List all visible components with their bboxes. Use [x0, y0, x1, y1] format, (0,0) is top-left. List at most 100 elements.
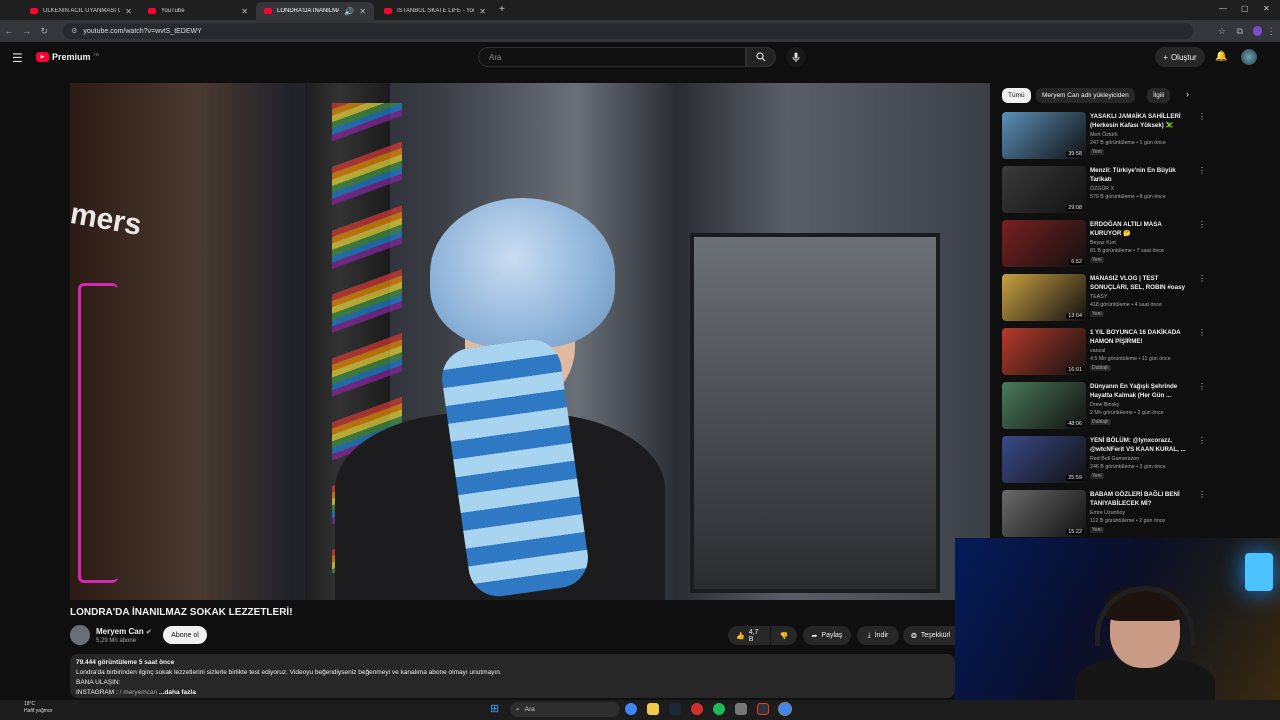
file-explorer-icon[interactable]	[647, 703, 659, 715]
recording-app-icon[interactable]	[757, 703, 769, 715]
video-player[interactable]: mers	[70, 83, 990, 600]
video-thumbnail[interactable]: 13:04	[1002, 274, 1086, 321]
more-actions-icon[interactable]: ⋮	[1198, 220, 1206, 229]
subscribe-button[interactable]: Abone ol	[163, 626, 207, 644]
spotify-icon[interactable]	[713, 703, 725, 715]
search-button[interactable]	[746, 47, 776, 67]
weather-widget[interactable]: 18°C Hafif yağmur	[6, 701, 52, 715]
video-thumbnail[interactable]: 39:58	[1002, 112, 1086, 159]
recommendation-channel[interactable]: vanzal	[1090, 348, 1105, 354]
download-button[interactable]: ⤓ İndir	[857, 626, 899, 645]
more-actions-icon[interactable]: ⋮	[1198, 490, 1206, 499]
recommendation-title[interactable]: Dünyanın En Yağışlı Şehrinde Hayatta Kal…	[1090, 382, 1194, 400]
channel-avatar[interactable]	[70, 625, 90, 645]
recommendation-item[interactable]: 29:08 Menzil: Türkiye'nin En Büyük Tarika…	[1002, 166, 1206, 214]
share-button[interactable]: ➦ Paylaş	[803, 626, 851, 645]
video-thumbnail[interactable]: 15:22	[1002, 490, 1086, 537]
recommendation-item[interactable]: 48:06 Dünyanın En Yağışlı Şehrinde Hayatt…	[1002, 382, 1206, 430]
search-input[interactable]: Ara	[478, 47, 746, 67]
more-actions-icon[interactable]: ⋮	[1198, 436, 1206, 445]
chip-from-uploader[interactable]: Meryem Can adlı yükleyiciden	[1036, 88, 1135, 103]
url-field[interactable]: ⚙ youtube.com/watch?v=wvtS_tEDEWY	[63, 23, 1194, 39]
chip-all[interactable]: Tümü	[1002, 88, 1031, 103]
chip-related[interactable]: İlgili	[1147, 88, 1171, 103]
video-thumbnail[interactable]: 16:01	[1002, 328, 1086, 375]
minimize-button[interactable]: —	[1219, 4, 1227, 13]
video-thumbnail[interactable]: 25:59	[1002, 436, 1086, 483]
site-info-icon[interactable]: ⚙	[71, 27, 77, 35]
new-tab-button[interactable]: +	[499, 4, 505, 15]
profile-avatar[interactable]	[1252, 26, 1263, 36]
more-actions-icon[interactable]: ⋮	[1198, 328, 1206, 337]
more-actions-icon[interactable]: ⋮	[1198, 112, 1206, 121]
recommendation-item[interactable]: 25:59 YENİ BÖLÜM: @lynxcorazz, @wtcNFerit…	[1002, 436, 1206, 484]
chip-next-chevron-icon[interactable]: ›	[1186, 89, 1189, 99]
speaker-icon[interactable]: 🔊	[344, 7, 354, 16]
recommendation-title[interactable]: MANASIZ VLOG | TEST SONUÇLARI, SEL, ROBI…	[1090, 274, 1194, 292]
tab-londra[interactable]: LONDRA'DA İNANILMAZ S 🔊 ✕	[256, 2, 374, 20]
tab-ulkenin[interactable]: ÜLKENİN ACİL UYANMASI GERE ✕	[22, 2, 140, 20]
browser-menu-icon[interactable]: ⋮	[1262, 26, 1280, 37]
show-more-link[interactable]: ...daha fazla	[159, 689, 196, 696]
more-actions-icon[interactable]: ⋮	[1198, 274, 1206, 283]
recommendation-channel[interactable]: Beyaz Kurt	[1090, 240, 1116, 246]
recommendation-channel[interactable]: TEASY	[1090, 294, 1107, 300]
maximize-button[interactable]: ▢	[1241, 4, 1249, 13]
recommendation-item[interactable]: 16:01 1 YIL BOYUNCA 16 DAKİKADA HAMON PİŞ…	[1002, 328, 1206, 376]
video-thumbnail[interactable]: 6:52	[1002, 220, 1086, 267]
reload-button[interactable]: ↻	[35, 26, 53, 37]
recommendation-meta: 112 B görüntüleme • 2 gün önce	[1090, 518, 1166, 524]
recommendation-title[interactable]: 1 YIL BOYUNCA 16 DAKİKADA HAMON PİŞİRME!	[1090, 328, 1194, 346]
recommendation-title[interactable]: Menzil: Türkiye'nin En Büyük Tarikatı	[1090, 166, 1194, 184]
recommendation-title[interactable]: YASAKLI JAMAİKA SAHİLLERİ (Herkesin Kafa…	[1090, 112, 1194, 130]
recommendation-item[interactable]: 39:58 YASAKLI JAMAİKA SAHİLLERİ (Herkesin…	[1002, 112, 1206, 160]
recommendation-channel[interactable]: Mert Öztürk	[1090, 132, 1118, 138]
account-avatar[interactable]	[1241, 49, 1257, 65]
recommendation-title[interactable]: BABAM GÖZLERİ BAĞLI BENİ TANIYABİLECEK M…	[1090, 490, 1194, 508]
like-button[interactable]: 👍 4,7 B	[728, 626, 770, 645]
recommendation-channel[interactable]: ÖZGÜR X	[1090, 186, 1114, 192]
thanks-button[interactable]: ❂ Teşekkürl	[903, 626, 955, 645]
recommendation-item[interactable]: 13:04 MANASIZ VLOG | TEST SONUÇLARI, SEL,…	[1002, 274, 1206, 322]
duration-badge: 6:52	[1069, 259, 1084, 265]
voice-search-button[interactable]	[786, 47, 806, 67]
recommendation-channel[interactable]: Drew Binsky	[1090, 402, 1119, 408]
recommendation-channel[interactable]: Red Bull Gamerazon	[1090, 456, 1139, 462]
recommendation-title[interactable]: YENİ BÖLÜM: @lynxcorazz, @wtcNFerit VS K…	[1090, 436, 1194, 454]
windows-start-icon[interactable]: ⊞	[490, 702, 499, 715]
tab-istanbul-skate[interactable]: İSTANBUL SKATE LIFE - YouTube ✕	[376, 2, 494, 20]
video-description[interactable]: 79.444 görüntüleme 5 saat önce Londra'da…	[70, 654, 955, 698]
more-actions-icon[interactable]: ⋮	[1198, 166, 1206, 175]
close-tab-icon[interactable]: ✕	[241, 7, 248, 16]
youtube-premium-logo[interactable]: ▶ Premium TR	[36, 52, 99, 62]
instagram-handle-link[interactable]: / meryemcan	[120, 689, 158, 696]
hamburger-menu-icon[interactable]: ☰	[12, 51, 23, 65]
recommendation-title[interactable]: ERDOĞAN ALTILI MASA KURUYOR 🤔	[1090, 220, 1194, 238]
create-button[interactable]: + Oluştur	[1155, 47, 1205, 67]
recommendation-item[interactable]: 6:52 ERDOĞAN ALTILI MASA KURUYOR 🤔 Beyaz K…	[1002, 220, 1206, 268]
video-thumbnail[interactable]: 48:06	[1002, 382, 1086, 429]
notifications-bell-icon[interactable]: 🔔	[1215, 51, 1227, 62]
more-actions-icon[interactable]: ⋮	[1198, 382, 1206, 391]
chrome-active-icon[interactable]	[778, 702, 792, 716]
forward-button[interactable]: →	[18, 26, 36, 36]
taskbar-search[interactable]: ⌕ Ara	[510, 702, 620, 717]
settings-icon[interactable]	[735, 703, 747, 715]
opera-icon[interactable]	[691, 703, 703, 715]
close-tab-icon[interactable]: ✕	[359, 7, 366, 16]
tab-youtube[interactable]: YouTube ✕	[140, 2, 256, 20]
recommendation-channel[interactable]: Emre Uzunboy	[1090, 510, 1125, 516]
bookmark-star-icon[interactable]: ☆	[1213, 26, 1231, 37]
extensions-icon[interactable]: ⧉	[1231, 26, 1249, 37]
steam-icon[interactable]	[669, 703, 681, 715]
dislike-button[interactable]: 👎	[771, 626, 797, 645]
recommendation-item[interactable]: 15:22 BABAM GÖZLERİ BAĞLI BENİ TANIYABİLE…	[1002, 490, 1206, 538]
chrome-icon[interactable]	[625, 703, 637, 715]
close-tab-icon[interactable]: ✕	[479, 7, 486, 16]
back-button[interactable]: ←	[0, 26, 18, 36]
close-tab-icon[interactable]: ✕	[125, 7, 132, 16]
plus-icon: +	[1163, 52, 1168, 62]
video-thumbnail[interactable]: 29:08	[1002, 166, 1086, 213]
channel-name[interactable]: Meryem Can ✔	[96, 627, 152, 636]
close-window-button[interactable]: ✕	[1263, 4, 1270, 13]
